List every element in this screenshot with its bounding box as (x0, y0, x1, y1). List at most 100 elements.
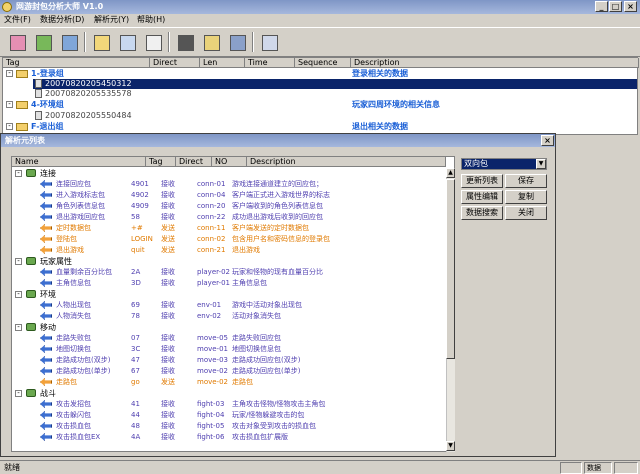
category-row[interactable]: - 移动 (12, 322, 445, 333)
list-button[interactable] (116, 31, 138, 53)
tree-group-row[interactable]: - 1-登录组 登录相关的数据 (3, 69, 637, 79)
note-button[interactable] (200, 31, 222, 53)
receive-arrow-icon (40, 213, 52, 221)
image-button[interactable] (226, 31, 248, 53)
item-name: 走路成功包(双步) (56, 356, 111, 364)
parser-item-row[interactable]: 人物消失包 78 接收 env-02 活动对象消失包 (12, 311, 445, 322)
parser-item-row[interactable]: 地图切换包 3C 接收 move-01 地图切换信息包 (12, 344, 445, 355)
menu-parser[interactable]: 解析元(Y) (94, 15, 129, 25)
parser-list[interactable]: Name Tag Direct NO Description - 连接 连接回应包 4… (11, 156, 455, 452)
col-len[interactable]: Len (200, 58, 245, 68)
dialog-close-button[interactable]: × (541, 135, 554, 146)
edit-button[interactable] (90, 31, 112, 53)
list-icon (120, 35, 136, 51)
menu-help[interactable]: 帮助(H) (137, 15, 165, 25)
menu-file[interactable]: 文件(F) (4, 15, 31, 25)
collapse-toggle[interactable]: - (15, 291, 22, 298)
close-dialog-button[interactable]: 关闭 (505, 206, 547, 220)
parser-item-row[interactable]: 退出游戏 quit 发送 conn-21 退出游戏 (12, 245, 445, 256)
parser-item-row[interactable]: 走路成功包(单步) 67 接收 move-02 走路成功回应包(单步) (12, 366, 445, 377)
col-no[interactable]: NO (212, 157, 247, 167)
chevron-down-icon[interactable]: ▼ (536, 159, 546, 169)
parser-item-row[interactable]: 攻击发招包 41 接收 fight-03 主角攻击怪物/怪物攻击主角包 (12, 399, 445, 410)
tree-packet-row-selected[interactable]: 20070820205450312 (33, 79, 637, 89)
col-tag[interactable]: Tag (3, 58, 150, 68)
parser-item-row[interactable]: 人物出现包 69 接收 env-01 游戏中活动对象出现包 (12, 300, 445, 311)
parser-item-row[interactable]: 主角信息包 3D 接收 player-01 主角信息包 (12, 278, 445, 289)
category-row[interactable]: - 玩家属性 (12, 256, 445, 267)
item-name: 走路成功包(单步) (56, 367, 111, 375)
clipboard-button[interactable] (142, 31, 164, 53)
col-sequence[interactable]: Sequence (295, 58, 351, 68)
item-tag: 58 (131, 213, 140, 221)
parser-item-row[interactable]: 连接回应包 4901 接收 conn-01 游戏连接通道建立的回应包； (12, 179, 445, 190)
search-button[interactable] (174, 31, 196, 53)
item-tag: 4902 (131, 191, 149, 199)
category-row[interactable]: - 战斗 (12, 388, 445, 399)
category-row[interactable]: - 连接 (12, 168, 445, 179)
scroll-up-button[interactable]: ▲ (446, 168, 455, 178)
edit-properties-button[interactable]: 属性编辑 (461, 190, 503, 204)
minimize-button[interactable]: _ (595, 1, 608, 12)
parser-item-row[interactable]: 走路包 go 发送 move-02 走路包 (12, 377, 445, 388)
close-button[interactable]: × (624, 1, 637, 12)
collapse-toggle[interactable]: - (15, 390, 22, 397)
collapse-toggle[interactable]: - (6, 123, 13, 130)
col-direct[interactable]: Direct (176, 157, 212, 167)
parser-item-row[interactable]: 攻击损血包 48 接收 fight-05 攻击对象受到攻击的损血包 (12, 421, 445, 432)
parser-item-row[interactable]: 攻击躲闪包 44 接收 fight-04 玩家/怪物躲避攻击的包 (12, 410, 445, 421)
tree-group-row[interactable]: - F-退出组 退出相关的数据 (3, 122, 637, 132)
parser-item-row[interactable]: 走路失败包 07 接收 move-05 走路失败回应包 (12, 333, 445, 344)
collapse-toggle[interactable]: - (15, 324, 22, 331)
parser-item-row[interactable]: 血量剩余百分比包 2A 接收 player-02 玩家和怪物的现有血量百分比 (12, 267, 445, 278)
col-description[interactable]: Description (351, 58, 639, 68)
parser-item-row[interactable]: 走路成功包(双步) 47 接收 move-03 走路成功回应包(双步) (12, 355, 445, 366)
col-description[interactable]: Description (247, 157, 446, 167)
item-name: 连接回应包 (56, 180, 91, 188)
maximize-button[interactable]: □ (609, 1, 622, 12)
folder-icon (16, 70, 28, 78)
col-direct[interactable]: Direct (150, 58, 200, 68)
item-tag: LOGIN (131, 235, 153, 243)
direction-select[interactable]: 双向包 ▼ (461, 158, 547, 170)
parser-item-row[interactable]: 进入游戏标志包 4902 接收 conn-04 客户端正式进入游戏世界的标志 (12, 190, 445, 201)
parser-item-row[interactable]: 退出游戏回应包 58 接收 conn-22 成功退出游戏后收到的回应包 (12, 212, 445, 223)
collapse-toggle[interactable]: - (15, 258, 22, 265)
import-button[interactable] (32, 31, 54, 53)
capture-button[interactable] (58, 31, 80, 53)
collapse-toggle[interactable]: - (15, 170, 22, 177)
copy-button[interactable]: 复制 (505, 190, 547, 204)
collapse-toggle[interactable]: - (6, 70, 13, 77)
menu-data-analysis[interactable]: 数据分析(D) (40, 15, 84, 25)
tree-packet-row[interactable]: 20070820205550484 (33, 111, 637, 121)
item-direct: 接收 (161, 268, 175, 276)
info-button[interactable] (258, 31, 280, 53)
open-button[interactable] (6, 31, 28, 53)
item-direct: 发送 (161, 246, 175, 254)
refresh-list-button[interactable]: 更新列表 (461, 174, 503, 188)
col-name[interactable]: Name (12, 157, 146, 167)
parser-item-row[interactable]: 登陆包 LOGIN 发送 conn-02 包含用户名和密码信息的登录包 (12, 234, 445, 245)
item-no: fight-05 (197, 422, 225, 430)
tree-packet-row[interactable]: 20070820205535578 (33, 89, 637, 99)
save-button[interactable]: 保存 (505, 174, 547, 188)
parser-item-row[interactable]: 定时数据包 +# 发送 conn-11 客户端发送的定时数据包 (12, 223, 445, 234)
status-text: 就绪 (4, 463, 20, 472)
scroll-thumb[interactable] (446, 179, 455, 359)
col-time[interactable]: Time (245, 58, 295, 68)
col-tag[interactable]: Tag (146, 157, 176, 167)
item-direct: 发送 (161, 224, 175, 232)
receive-arrow-icon (40, 180, 52, 188)
item-description: 主角信息包 (232, 279, 267, 287)
tree-group-row[interactable]: - 4-环境组 玩家四周环境的相关信息 (3, 100, 637, 110)
data-search-button[interactable]: 数据搜索 (461, 206, 503, 220)
parser-item-row[interactable]: 攻击损血包EX 4A 接收 fight-06 攻击损血包扩展版 (12, 432, 445, 443)
item-tag: 69 (131, 301, 140, 309)
scroll-down-button[interactable]: ▼ (446, 441, 455, 451)
packet-tree[interactable]: Tag Direct Len Time Sequence Description… (2, 57, 639, 135)
category-row[interactable]: - 环境 (12, 289, 445, 300)
category-icon (26, 169, 36, 177)
parser-item-row[interactable]: 角色列表信息包 4909 接收 conn-20 客户端收到的角色列表信息包 (12, 201, 445, 212)
category-name: 连接 (40, 169, 56, 178)
collapse-toggle[interactable]: - (6, 101, 13, 108)
